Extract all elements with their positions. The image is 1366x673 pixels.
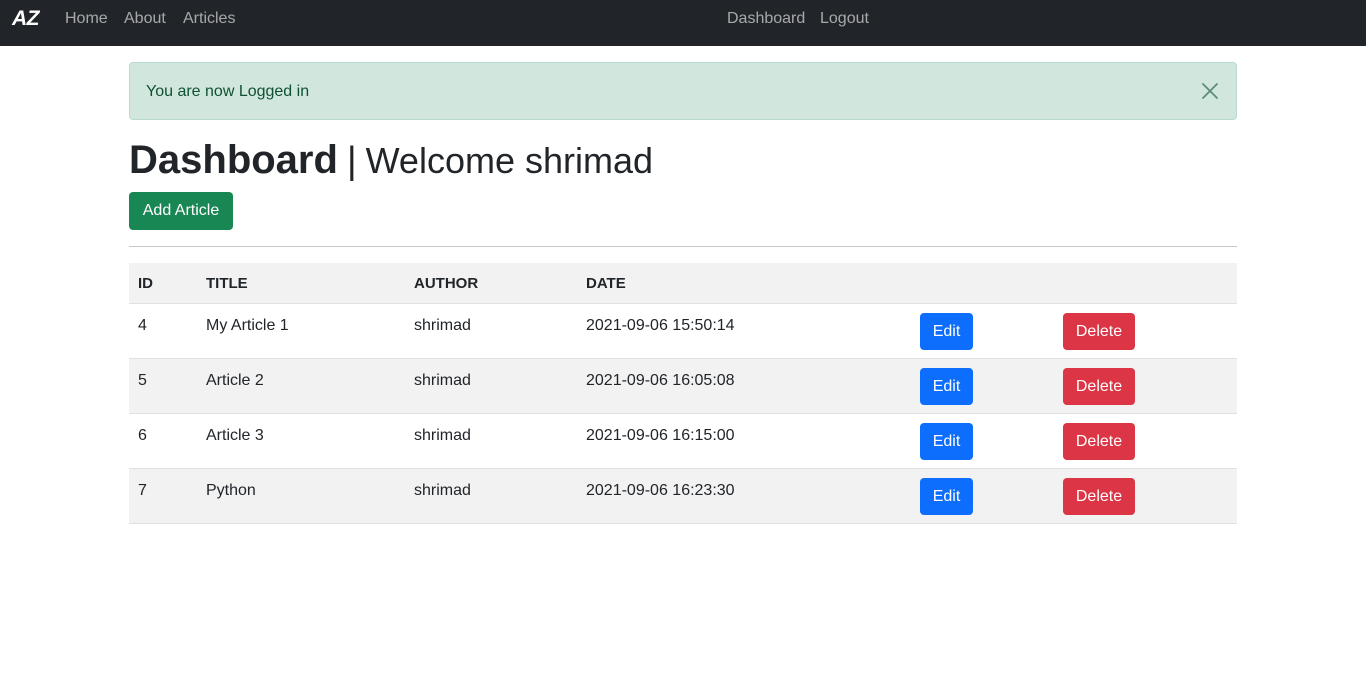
edit-button[interactable]: Edit (920, 423, 973, 460)
page-title: Dashboard | Welcome shrimad (129, 138, 653, 183)
edit-button[interactable]: Edit (920, 313, 973, 350)
table-row: 5 Article 2 shrimad 2021-09-06 16:05:08 … (129, 359, 1237, 414)
cell-id: 6 (138, 427, 147, 444)
success-alert: You are now Logged in (129, 62, 1237, 120)
cell-title: Python (206, 482, 256, 499)
add-article-button[interactable]: Add Article (129, 192, 233, 230)
header-author: AUTHOR (414, 275, 479, 292)
cell-title: Article 2 (206, 372, 264, 389)
top-navbar: AZ Home About Articles Dashboard Logout (0, 0, 1366, 46)
alert-message: You are now Logged in (146, 83, 310, 100)
header-date: DATE (586, 275, 626, 292)
cell-date: 2021-09-06 16:23:30 (586, 482, 735, 499)
cell-author: shrimad (414, 317, 471, 334)
brand-logo[interactable]: AZ (12, 7, 40, 31)
table-header: ID TITLE AUTHOR DATE (129, 263, 1237, 304)
cell-date: 2021-09-06 16:05:08 (586, 372, 735, 389)
header-id: ID (138, 275, 153, 292)
cell-date: 2021-09-06 15:50:14 (586, 317, 735, 334)
title-separator: | (346, 140, 357, 182)
cell-title: Article 3 (206, 427, 264, 444)
header-title: TITLE (206, 275, 248, 292)
nav-link-logout[interactable]: Logout (820, 10, 869, 28)
edit-button[interactable]: Edit (920, 478, 973, 515)
cell-author: shrimad (414, 372, 471, 389)
nav-link-dashboard[interactable]: Dashboard (727, 10, 805, 28)
welcome-text: Welcome shrimad (365, 140, 654, 181)
cell-id: 4 (138, 317, 147, 334)
cell-author: shrimad (414, 427, 471, 444)
nav-link-about[interactable]: About (124, 10, 166, 28)
delete-button[interactable]: Delete (1063, 478, 1135, 515)
delete-button[interactable]: Delete (1063, 423, 1135, 460)
articles-table: ID TITLE AUTHOR DATE 4 My Article 1 shri… (129, 263, 1237, 524)
table-row: 6 Article 3 shrimad 2021-09-06 16:15:00 … (129, 414, 1237, 469)
nav-link-home[interactable]: Home (65, 10, 108, 28)
cell-id: 5 (138, 372, 147, 389)
close-icon[interactable] (1200, 81, 1220, 101)
table-row: 7 Python shrimad 2021-09-06 16:23:30 Edi… (129, 469, 1237, 524)
table-row: 4 My Article 1 shrimad 2021-09-06 15:50:… (129, 304, 1237, 359)
cell-date: 2021-09-06 16:15:00 (586, 427, 735, 444)
dashboard-title: Dashboard (129, 138, 338, 182)
delete-button[interactable]: Delete (1063, 313, 1135, 350)
cell-author: shrimad (414, 482, 471, 499)
divider (129, 246, 1237, 247)
nav-link-articles[interactable]: Articles (183, 10, 235, 28)
delete-button[interactable]: Delete (1063, 368, 1135, 405)
cell-title: My Article 1 (206, 317, 289, 334)
cell-id: 7 (138, 482, 147, 499)
edit-button[interactable]: Edit (920, 368, 973, 405)
